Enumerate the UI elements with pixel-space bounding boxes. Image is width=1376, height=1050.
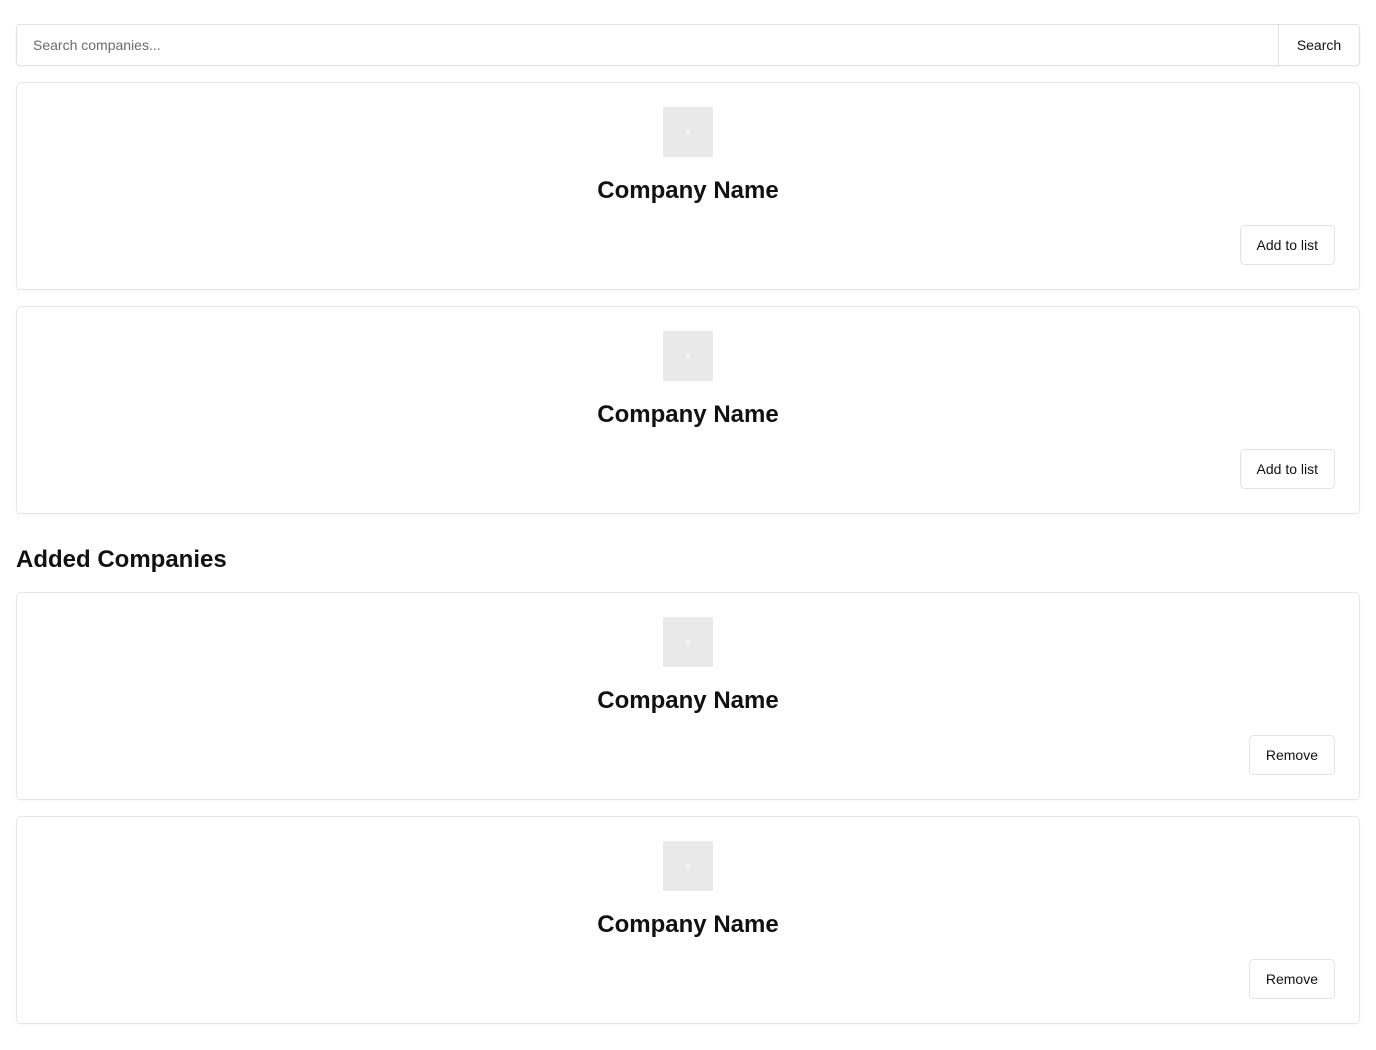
company-logo-placeholder: [663, 617, 713, 667]
company-name: Company Name: [597, 911, 779, 938]
company-name: Company Name: [597, 687, 779, 714]
company-card: Company Name Add to list: [16, 82, 1360, 290]
added-company-card: Company Name Remove: [16, 816, 1360, 1024]
added-companies-heading: Added Companies: [16, 546, 227, 573]
search-button[interactable]: Search: [1279, 25, 1359, 65]
search-results: Company Name Add to list Company Name Ad…: [16, 82, 1360, 514]
added-company-card: Company Name Remove: [16, 592, 1360, 800]
page: Search Company Name Add to list Company …: [0, 0, 1376, 1024]
search-input[interactable]: [17, 25, 1279, 65]
company-name: Company Name: [597, 401, 779, 428]
search-bar: Search: [16, 24, 1360, 66]
remove-button[interactable]: Remove: [1248, 959, 1335, 999]
add-to-list-button[interactable]: Add to list: [1239, 449, 1335, 489]
added-companies-list: Company Name Remove Company Name Remove: [16, 592, 1360, 1024]
add-to-list-button[interactable]: Add to list: [1239, 225, 1335, 265]
remove-button[interactable]: Remove: [1248, 735, 1335, 775]
company-logo-placeholder: [663, 841, 713, 891]
company-logo-placeholder: [663, 331, 713, 381]
company-logo-placeholder: [663, 107, 713, 157]
company-name: Company Name: [597, 177, 779, 204]
company-card: Company Name Add to list: [16, 306, 1360, 514]
